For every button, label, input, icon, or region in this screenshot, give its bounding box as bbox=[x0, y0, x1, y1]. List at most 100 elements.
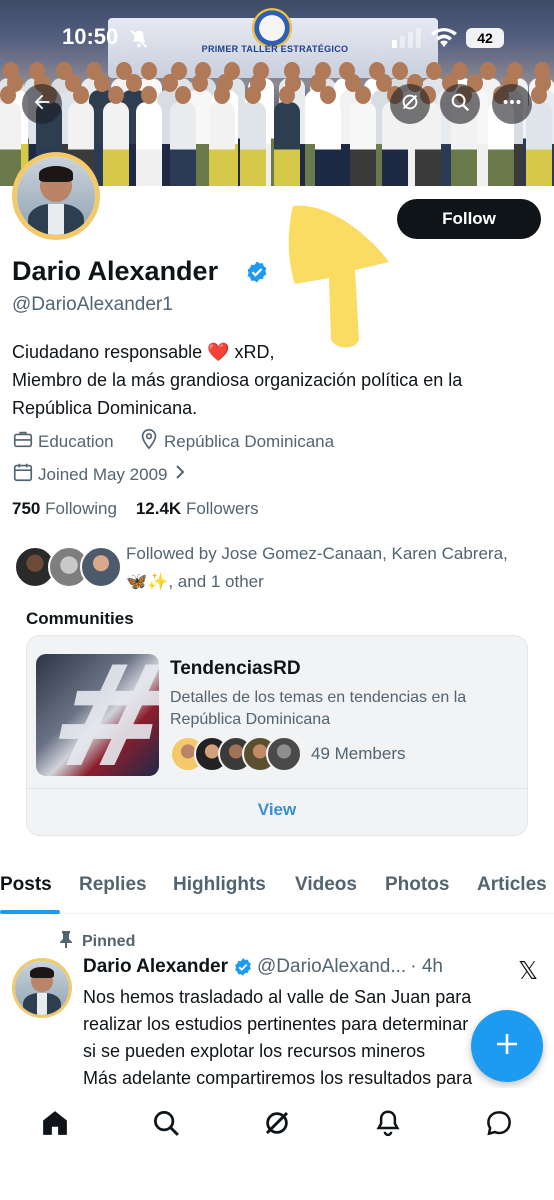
banner-person bbox=[526, 102, 553, 186]
tab-highlights[interactable]: Highlights bbox=[173, 874, 266, 896]
banner-person-head bbox=[107, 86, 124, 104]
plus-icon bbox=[493, 1030, 521, 1063]
banner-person-head bbox=[94, 74, 111, 92]
tab-videos[interactable]: Videos bbox=[295, 874, 357, 896]
messages-icon bbox=[484, 1108, 514, 1143]
verified-badge-icon bbox=[233, 957, 253, 977]
banner-text: PRIMER TALLER ESTRATÉGICO bbox=[201, 44, 349, 54]
community-name: TendenciasRD bbox=[170, 658, 301, 679]
bio-line: Miembro de la más grandiosa organización… bbox=[12, 370, 463, 390]
nav-grok[interactable] bbox=[260, 1108, 294, 1142]
community-card[interactable]: # TendenciasRD Detalles de los temas en … bbox=[26, 635, 528, 836]
pinned-label: Pinned bbox=[82, 932, 136, 950]
following-label: Following bbox=[45, 499, 117, 518]
communities-heading: Communities bbox=[26, 609, 134, 628]
banner-person bbox=[239, 102, 266, 186]
more-button[interactable] bbox=[492, 84, 532, 124]
follow-button[interactable]: Follow bbox=[397, 199, 541, 239]
profile-bio: Ciudadano responsable ❤️ xRD, Miembro de… bbox=[12, 338, 542, 422]
banner-person-head bbox=[426, 62, 443, 80]
compose-button[interactable] bbox=[471, 1010, 543, 1082]
banner-person-head bbox=[72, 86, 89, 104]
community-description: Detalles de los temas en tendencias en l… bbox=[170, 689, 467, 728]
silent-mode-icon bbox=[128, 28, 150, 55]
community-view-button[interactable]: View bbox=[27, 800, 527, 820]
post-author-name[interactable]: Dario Alexander bbox=[83, 956, 228, 978]
pin-icon bbox=[58, 930, 82, 953]
joined-label: Joined May 2009 bbox=[38, 464, 168, 484]
bottom-navigation bbox=[0, 1088, 554, 1200]
following-link[interactable]: 750 Following bbox=[12, 499, 117, 518]
community-member-count: 49 Members bbox=[311, 744, 406, 763]
battery-indicator: 42 bbox=[466, 28, 504, 48]
post-header: Dario Alexander @DarioAlexand... · 4h bbox=[83, 956, 443, 978]
bio-line: Ciudadano responsable ❤️ xRD, bbox=[12, 342, 275, 362]
verified-badge-icon[interactable] bbox=[245, 260, 269, 289]
banner-person-head bbox=[279, 86, 296, 104]
nav-home[interactable] bbox=[38, 1108, 72, 1142]
community-image: # bbox=[36, 654, 159, 776]
tab-replies[interactable]: Replies bbox=[79, 874, 147, 896]
back-button[interactable] bbox=[22, 84, 62, 124]
pinned-indicator: Pinned bbox=[58, 930, 135, 953]
community-member-avatars bbox=[170, 736, 310, 774]
profile-name: Dario Alexander bbox=[12, 256, 219, 286]
post-author-handle[interactable]: @DarioAlexand... bbox=[257, 956, 406, 978]
tab-photos[interactable]: Photos bbox=[385, 874, 449, 896]
profile-joined[interactable]: Joined May 2009 bbox=[12, 461, 191, 488]
followed-by-avatars[interactable] bbox=[14, 546, 122, 590]
banner-person-head bbox=[244, 86, 261, 104]
active-tab-indicator bbox=[0, 910, 60, 914]
divider bbox=[27, 788, 527, 789]
tab-posts[interactable]: Posts bbox=[0, 874, 52, 896]
profile-handle: @DarioAlexander1 bbox=[12, 294, 173, 315]
followed-by-text[interactable]: Followed by Jose Gomez-Canaan, Karen Cab… bbox=[126, 540, 546, 596]
following-count: 750 bbox=[12, 499, 41, 518]
followers-link[interactable]: 12.4K Followers bbox=[136, 499, 259, 518]
followed-by-line: 🦋✨, and 1 other bbox=[126, 572, 264, 591]
bell-icon bbox=[373, 1108, 403, 1143]
banner-person bbox=[102, 102, 129, 186]
chevron-right-icon bbox=[173, 464, 191, 485]
banner-person bbox=[274, 102, 301, 186]
nav-search[interactable] bbox=[149, 1108, 183, 1142]
banner-person-head bbox=[480, 62, 497, 80]
profile-category: Education bbox=[12, 428, 114, 455]
wifi-icon bbox=[430, 27, 458, 54]
banner-person-head bbox=[125, 74, 142, 92]
avatar bbox=[80, 546, 122, 588]
banner-person bbox=[349, 102, 376, 186]
highlight-arrow-annotation bbox=[285, 200, 395, 357]
search-icon bbox=[151, 1108, 181, 1143]
grok-button[interactable] bbox=[390, 84, 430, 124]
profile-avatar[interactable] bbox=[12, 152, 100, 240]
nav-messages[interactable] bbox=[482, 1108, 516, 1142]
banner-person bbox=[170, 102, 197, 186]
followers-label: Followers bbox=[185, 499, 259, 518]
more-icon bbox=[501, 91, 523, 118]
profile-tabs: Posts Replies Highlights Videos Photos A… bbox=[0, 866, 554, 914]
signal-icon bbox=[392, 28, 422, 53]
search-button[interactable] bbox=[440, 84, 480, 124]
banner-person-head bbox=[175, 86, 192, 104]
bio-line: República Dominicana. bbox=[12, 398, 198, 418]
followed-by-line: Followed by Jose Gomez-Canaan, Karen Cab… bbox=[126, 544, 508, 563]
nav-notifications[interactable] bbox=[371, 1108, 405, 1142]
banner-person-head bbox=[319, 86, 336, 104]
calendar-icon bbox=[12, 461, 38, 488]
back-arrow-icon bbox=[31, 91, 53, 118]
location-pin-icon bbox=[138, 428, 164, 455]
profile-location: República Dominicana bbox=[138, 428, 334, 455]
status-time: 10:50 bbox=[62, 24, 119, 49]
grok-icon bbox=[399, 91, 421, 118]
tab-articles[interactable]: Articles bbox=[477, 874, 547, 896]
banner-person-head bbox=[354, 86, 371, 104]
banner-person bbox=[208, 102, 235, 186]
post-text-line: Nos hemos trasladado al valle de San Jua… bbox=[83, 987, 472, 1007]
followers-count: 12.4K bbox=[135, 499, 182, 518]
banner-person bbox=[314, 102, 341, 186]
post-author-avatar[interactable] bbox=[12, 958, 72, 1018]
location-label: República Dominicana bbox=[164, 431, 335, 451]
profile-stats: 750 Following 12.4K Followers bbox=[12, 499, 259, 519]
grok-icon bbox=[262, 1108, 292, 1143]
